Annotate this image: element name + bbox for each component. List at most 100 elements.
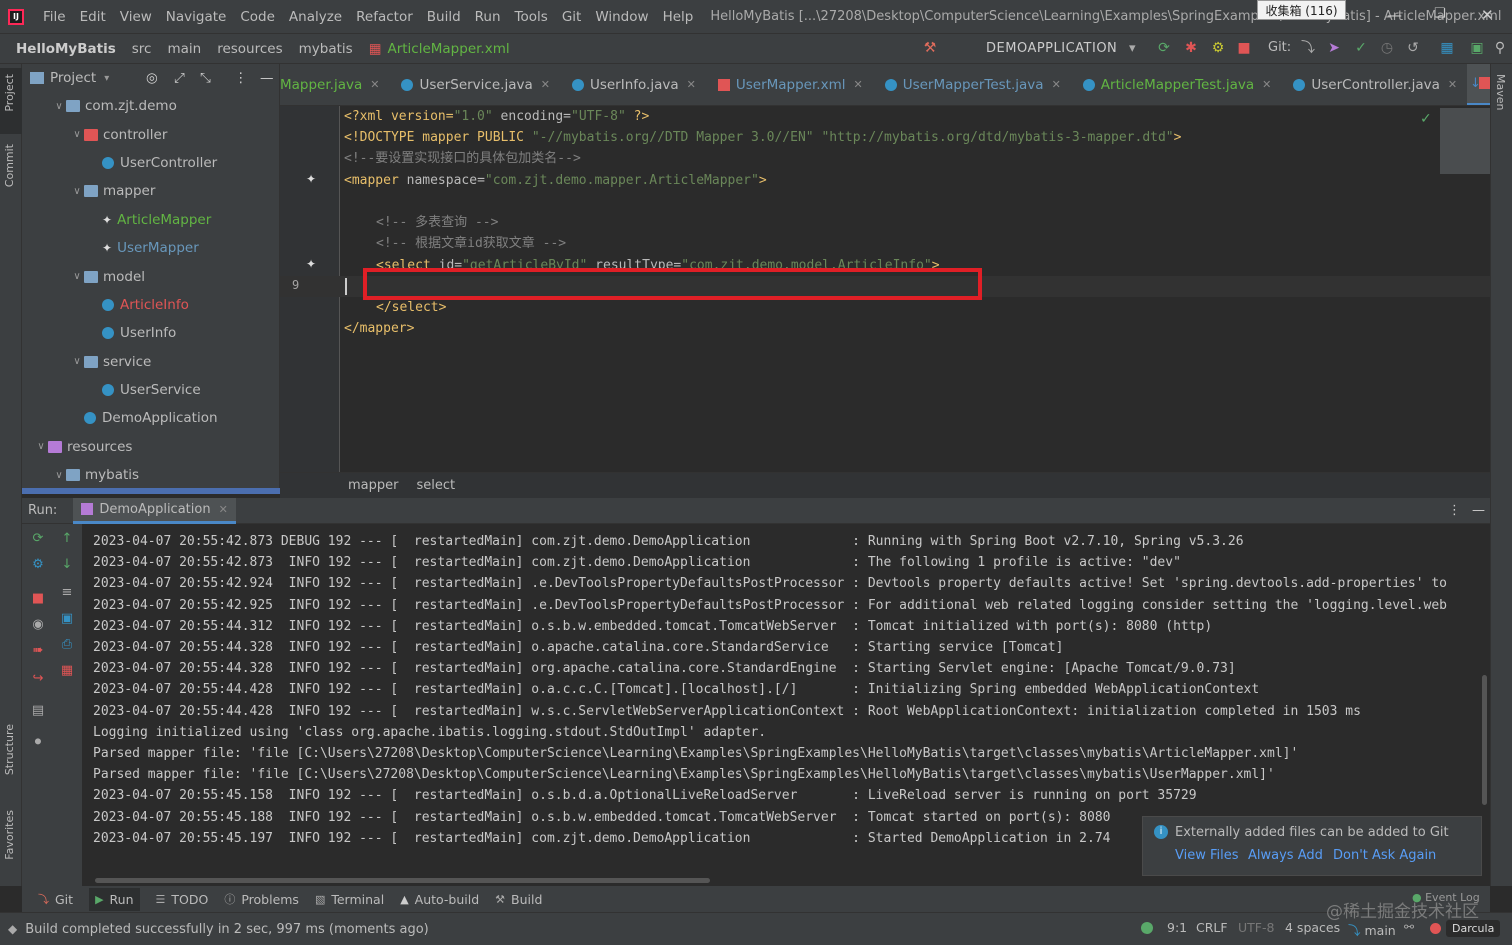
menu-item-help[interactable]: Help bbox=[656, 9, 701, 25]
clear-trash-icon[interactable]: ▦ bbox=[60, 664, 74, 678]
scroll-down-icon[interactable]: ↓ bbox=[60, 558, 74, 572]
tree-item-usercontroller[interactable]: UserController bbox=[22, 149, 280, 177]
run-config-select[interactable]: DEMOAPPLICATION ▾ bbox=[958, 38, 1144, 60]
menu-item-tools[interactable]: Tools bbox=[508, 9, 555, 25]
git-commit-icon[interactable]: ✓ bbox=[1353, 40, 1369, 56]
git-tool-tab[interactable]: ⤵ Git bbox=[38, 891, 73, 907]
history-icon[interactable]: ◷ bbox=[1379, 40, 1395, 56]
commit-tool-tab[interactable]: Commit bbox=[3, 144, 16, 187]
menu-item-edit[interactable]: Edit bbox=[73, 9, 113, 25]
editor-tab-userservice-java[interactable]: UserService.java ✕ bbox=[389, 64, 559, 105]
chevron-down-icon[interactable]: ▾ bbox=[104, 73, 109, 84]
chevron-down-icon[interactable]: ∨ bbox=[34, 441, 48, 452]
close-tab-icon[interactable]: ✕ bbox=[1262, 78, 1271, 91]
exit-icon[interactable]: ➠ bbox=[31, 644, 45, 658]
menu-item-code[interactable]: Code bbox=[233, 9, 282, 25]
tree-hscroll[interactable] bbox=[22, 488, 280, 494]
tree-item-articleinfo[interactable]: ArticleInfo bbox=[22, 291, 280, 319]
line-separator[interactable]: CRLF bbox=[1196, 920, 1228, 935]
tree-item-com-zjt-demo[interactable]: ∨ com.zjt.demo bbox=[22, 92, 280, 120]
problems-tool-tab[interactable]: ⓘ Problems bbox=[224, 891, 299, 907]
hide-panel-icon[interactable]: — bbox=[260, 70, 274, 86]
breadcrumb-mapper[interactable]: mapper bbox=[348, 478, 398, 493]
close-tab-icon[interactable]: ✕ bbox=[370, 78, 379, 91]
minimize-button[interactable]: — bbox=[1387, 6, 1402, 24]
crumb-main[interactable]: main bbox=[167, 41, 201, 57]
terminal-tool-tab[interactable]: ▧ Terminal bbox=[315, 892, 384, 907]
chevron-down-icon[interactable]: ∨ bbox=[52, 101, 66, 112]
run-tool-tab[interactable]: ▶ Run bbox=[89, 887, 140, 911]
chevron-down-icon[interactable]: ∨ bbox=[70, 186, 84, 197]
git-branch[interactable]: ⤵ main bbox=[1348, 920, 1396, 939]
coverage-icon[interactable]: ⚙ bbox=[1210, 40, 1226, 56]
close-tab-icon[interactable]: ✕ bbox=[853, 78, 862, 91]
run-tab-demoapplication[interactable]: DemoApplication ✕ bbox=[73, 497, 236, 524]
menu-item-navigate[interactable]: Navigate bbox=[159, 9, 234, 25]
build-tool-tab[interactable]: ⚒ Build bbox=[495, 892, 542, 907]
crumb-resources[interactable]: resources bbox=[217, 41, 282, 57]
scroll-up-icon[interactable]: ↑ bbox=[60, 532, 74, 546]
console-hscroll[interactable] bbox=[95, 878, 710, 883]
editor-tab-userinfo-java[interactable]: UserInfo.java ✕ bbox=[560, 64, 706, 105]
layout-icon[interactable]: ▤ bbox=[31, 704, 45, 718]
structure-tool-tab[interactable]: Structure bbox=[3, 724, 16, 775]
tab-overflow-icon[interactable]: ↓ bbox=[1470, 76, 1481, 91]
crumb-mybatis[interactable]: mybatis bbox=[299, 41, 353, 57]
collapse-all-icon[interactable]: ⤡ bbox=[200, 70, 211, 86]
git-push-icon[interactable]: ➤ bbox=[1326, 40, 1342, 56]
theme-switch[interactable]: Darcula bbox=[1446, 920, 1501, 937]
search-icon[interactable]: ⚲ bbox=[1492, 40, 1508, 56]
lock-icon[interactable]: ⚯ bbox=[1404, 920, 1414, 934]
close-tab-icon[interactable]: ✕ bbox=[1052, 78, 1061, 91]
rerun-icon[interactable]: ⟳ bbox=[1156, 40, 1172, 56]
auto-build-tool-tab[interactable]: ▲ Auto-build bbox=[400, 892, 479, 907]
stop-icon[interactable]: ■ bbox=[1236, 40, 1252, 56]
rollback-icon[interactable]: ↺ bbox=[1405, 40, 1421, 56]
project-panel-title[interactable]: Project bbox=[50, 70, 96, 86]
editor-tab-mapper-java[interactable]: Mapper.java ✕ bbox=[280, 64, 389, 105]
pin-icon[interactable]: ⚫ bbox=[31, 736, 45, 750]
settings-gear-icon[interactable]: ⚙ bbox=[31, 558, 45, 572]
expand-all-icon[interactable]: ⤢ bbox=[174, 70, 185, 86]
view-files-link[interactable]: View Files bbox=[1175, 848, 1239, 863]
mybatis-bird-icon[interactable]: ✦ bbox=[306, 172, 316, 186]
todo-tool-tab[interactable]: ☰ TODO bbox=[156, 892, 209, 907]
camera-icon[interactable]: ◉ bbox=[31, 618, 45, 632]
tree-item-articlemapper[interactable]: ✦ ArticleMapper bbox=[22, 206, 280, 234]
crumb-src[interactable]: src bbox=[132, 41, 152, 57]
more-options-icon[interactable]: ⋮ bbox=[234, 70, 248, 86]
breadcrumb-select[interactable]: select bbox=[416, 478, 455, 493]
menu-item-build[interactable]: Build bbox=[420, 9, 468, 25]
chevron-down-icon[interactable]: ∨ bbox=[70, 129, 84, 140]
mybatis-bird-icon[interactable]: ✦ bbox=[306, 257, 316, 271]
editor-tab-articlemappertest-java[interactable]: ArticleMapperTest.java ✕ bbox=[1071, 64, 1282, 105]
tree-item-userinfo[interactable]: UserInfo bbox=[22, 319, 280, 347]
status-message[interactable]: Build completed successfully in 2 sec, 9… bbox=[25, 922, 429, 937]
project-structure-icon[interactable]: ▦ bbox=[1439, 40, 1455, 56]
tree-item-service[interactable]: ∨ service bbox=[22, 348, 280, 376]
indent-setting[interactable]: 4 spaces bbox=[1285, 920, 1340, 935]
caret-position[interactable]: 9:1 bbox=[1167, 920, 1187, 935]
chevron-down-icon[interactable]: ∨ bbox=[70, 356, 84, 367]
logout-icon[interactable]: ↪ bbox=[31, 672, 45, 686]
scroll-end-icon[interactable]: ▣ bbox=[60, 612, 74, 626]
hide-panel-icon[interactable]: — bbox=[1472, 503, 1485, 518]
tree-item-demoapplication[interactable]: DemoApplication bbox=[22, 404, 280, 432]
tree-item-usermapper[interactable]: ✦ UserMapper bbox=[22, 234, 280, 262]
close-window-button[interactable]: ✕ bbox=[1481, 6, 1494, 24]
menu-item-file[interactable]: File bbox=[36, 9, 73, 25]
hammer-icon[interactable]: ⚒ bbox=[922, 40, 938, 56]
locate-icon[interactable]: ◎ bbox=[146, 70, 158, 86]
git-branch-icon[interactable]: ⤵ bbox=[1300, 40, 1316, 56]
crumb-file[interactable]: ▦ ArticleMapper.xml bbox=[369, 41, 510, 57]
project-tool-tab[interactable]: Project bbox=[3, 74, 16, 112]
close-tab-icon[interactable]: ✕ bbox=[1448, 78, 1457, 91]
maven-tool-tab[interactable]: Maven bbox=[1494, 74, 1507, 110]
menu-item-view[interactable]: View bbox=[113, 9, 159, 25]
tree-item-model[interactable]: ∨ model bbox=[22, 262, 280, 290]
memory-indicator-icon[interactable] bbox=[1430, 923, 1441, 934]
close-tab-icon[interactable]: ✕ bbox=[541, 78, 550, 91]
chevron-down-icon[interactable]: ∨ bbox=[70, 271, 84, 282]
rerun-icon[interactable]: ⟳ bbox=[31, 532, 45, 546]
tree-item-userservice[interactable]: UserService bbox=[22, 376, 280, 404]
